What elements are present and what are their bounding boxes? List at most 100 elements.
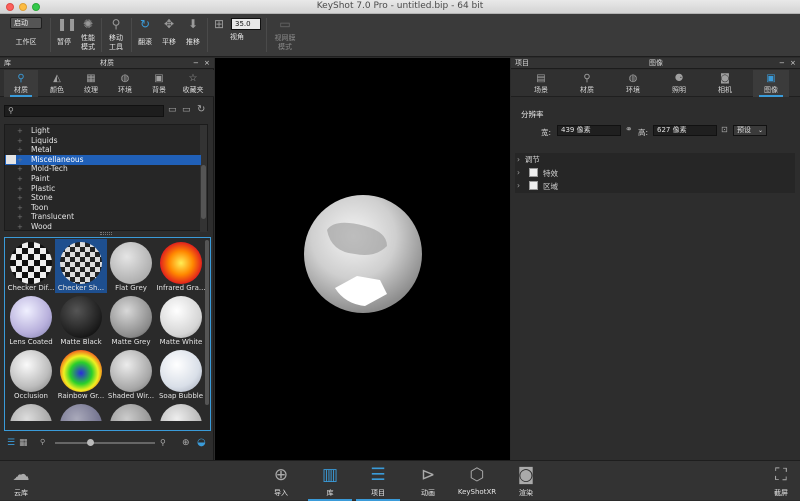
close-icon[interactable]: × (790, 58, 796, 69)
tree-scrollbar[interactable] (201, 165, 206, 219)
material-thumbnail[interactable]: Matte Grey (105, 293, 157, 347)
slider-handle[interactable] (87, 439, 94, 446)
workspace-button[interactable]: 工作区 (4, 14, 48, 57)
tab-backplates[interactable]: ▣ 背景 (142, 70, 176, 97)
material-thumbnail[interactable]: Rainbow Gr... (55, 347, 107, 401)
performance-mode-button[interactable]: ✺ 性能 模式 (77, 14, 99, 57)
material-thumbnail[interactable]: Checker Dif... (5, 239, 57, 293)
tab-scene[interactable]: ▤ 场景 (523, 70, 559, 97)
tab-image[interactable]: ▣ 图像 (753, 70, 789, 97)
tab-lighting[interactable]: ⚈ 照明 (661, 70, 697, 97)
pause-button[interactable]: ❚❚ 暂停 (53, 14, 78, 57)
width-input[interactable]: 439 像素 (557, 125, 621, 136)
film-mode-button[interactable]: ▭ 视网膜 模式 (270, 14, 300, 57)
material-thumbnail[interactable]: Occlusion (5, 347, 57, 401)
upload-icon[interactable]: ⊕ (182, 438, 190, 448)
import-button[interactable]: ⊕ 导入 (266, 461, 296, 501)
cloud-icon[interactable]: ◒ (197, 437, 206, 448)
tree-item[interactable]: + Stone (5, 193, 201, 203)
material-thumbnail[interactable]: Matte White (155, 293, 207, 347)
tree-item[interactable]: + Toon (5, 203, 201, 213)
cloud-library-button[interactable]: ☁ 云库 (6, 461, 36, 501)
tab-environments[interactable]: ◍ 环境 (108, 70, 142, 97)
tree-item[interactable]: + Mold-Tech (5, 164, 201, 174)
close-icon[interactable]: × (204, 58, 210, 69)
tree-item[interactable]: + Paint (5, 174, 201, 184)
grid-view-icon[interactable]: ▦ (19, 438, 28, 448)
link-aspect-icon[interactable]: ⚭ (625, 125, 633, 135)
expand-icon[interactable]: + (17, 212, 23, 222)
effects-checkbox[interactable] (529, 168, 538, 177)
project-button[interactable]: ☰ 项目 (356, 461, 400, 501)
splitter-handle[interactable] (100, 232, 112, 235)
tree-item[interactable]: + Miscellaneous (5, 154, 201, 165)
library-search-input[interactable]: ⚲ (4, 105, 164, 117)
material-thumbnail[interactable]: Matte Black (55, 293, 107, 347)
material-thumbnail[interactable]: Checker Sh... (55, 239, 107, 293)
tree-item[interactable]: + Wood (5, 222, 201, 232)
material-preview-ball (160, 242, 202, 284)
tumble-button[interactable]: ↻ 翻滚 (134, 14, 156, 57)
pan-button[interactable]: ✥ 平移 (158, 14, 180, 57)
material-thumbnail[interactable] (155, 401, 207, 421)
expand-icon[interactable]: + (17, 164, 23, 174)
refresh-icon[interactable]: ↻ (197, 104, 205, 115)
thumbnail-size-slider[interactable] (55, 439, 155, 446)
render-button[interactable]: ◙ 渲染 (508, 461, 544, 501)
expand-icon[interactable]: + (17, 193, 23, 203)
expand-icon[interactable]: + (17, 136, 23, 146)
material-thumbnail[interactable] (5, 401, 57, 421)
material-thumbnail[interactable]: Shaded Wir... (105, 347, 157, 401)
material-thumbnail[interactable] (55, 401, 107, 421)
expand-icon[interactable]: + (17, 174, 23, 184)
material-thumbnail[interactable]: Soap Bubble (155, 347, 207, 401)
keyshotxr-button[interactable]: ⬡ KeyShotXR (454, 461, 500, 501)
region-checkbox[interactable] (529, 181, 538, 190)
material-thumbnail[interactable]: Lens Coated (5, 293, 57, 347)
tab-project-materials[interactable]: ⚲ 材质 (569, 70, 605, 97)
tree-item[interactable]: + Plastic (5, 184, 201, 194)
tree-item[interactable]: + Translucent (5, 212, 201, 222)
dolly-button[interactable]: ⬇ 推移 (182, 14, 204, 57)
section-effects[interactable]: › (517, 168, 520, 177)
screenshot-button[interactable]: ⛶ 截屏 (766, 461, 796, 501)
tab-materials[interactable]: ⚲ 材质 (4, 70, 38, 97)
height-input[interactable]: 627 像素 (653, 125, 717, 136)
tree-item[interactable]: + Liquids (5, 136, 201, 146)
expand-icon[interactable]: + (17, 126, 23, 136)
section-region[interactable]: › (517, 181, 520, 190)
add-folder-icon[interactable]: ▭ (182, 105, 191, 115)
lock-icon[interactable]: ⊡ (721, 125, 728, 134)
material-thumbnail[interactable]: Infrared Gra... (155, 239, 207, 293)
section-adjust[interactable]: › 调节 (517, 154, 540, 165)
expand-icon[interactable]: + (17, 155, 23, 165)
tree-item[interactable]: + Metal (5, 145, 201, 155)
tab-textures[interactable]: ▦ 纹理 (74, 70, 108, 97)
preset-dropdown[interactable]: 预设 ⌄ (733, 125, 767, 136)
minimize-icon[interactable]: − (193, 58, 199, 69)
material-thumbnail[interactable] (105, 401, 157, 421)
tab-environment[interactable]: ◍ 环境 (615, 70, 651, 97)
expand-icon[interactable]: + (17, 184, 23, 194)
search-icon: ⚲ (8, 106, 14, 115)
fov-input[interactable]: 35.0 (231, 18, 261, 30)
pause-icon: ❚❚ (57, 17, 78, 31)
list-view-icon[interactable]: ☰ (7, 438, 15, 448)
chevron-right-icon: › (517, 168, 520, 177)
folder-open-icon[interactable]: ▭ (168, 105, 177, 115)
minimize-icon[interactable]: − (779, 58, 785, 69)
tree-item[interactable]: + Light (5, 126, 201, 136)
material-thumbnail[interactable]: Flat Grey (105, 239, 157, 293)
animation-button[interactable]: ⊳ 动画 (410, 461, 446, 501)
tab-colors[interactable]: ◭ 颜色 (40, 70, 74, 97)
tab-favorites[interactable]: ☆ 收藏夹 (176, 70, 210, 97)
material-preview-sphere (304, 195, 422, 313)
render-viewport[interactable] (215, 58, 510, 460)
thumbs-scrollbar[interactable] (205, 240, 209, 405)
expand-icon[interactable]: + (17, 222, 23, 232)
expand-icon[interactable]: + (17, 145, 23, 155)
expand-icon[interactable]: + (17, 203, 23, 213)
tab-camera[interactable]: ◙ 相机 (707, 70, 743, 97)
library-button[interactable]: ▥ 库 (308, 461, 352, 501)
move-tool-button[interactable]: ⚲ 移动 工具 (104, 14, 128, 57)
